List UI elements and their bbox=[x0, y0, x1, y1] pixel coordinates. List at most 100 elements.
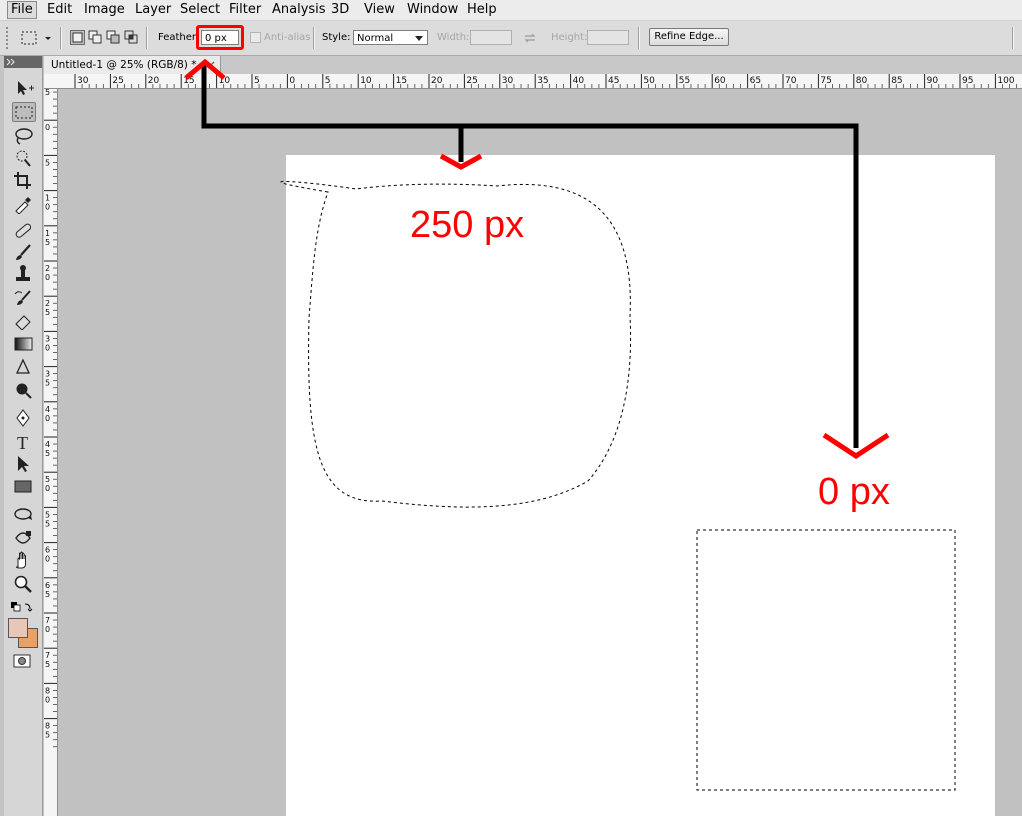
ruler-v-tick-label: 2 bbox=[45, 299, 50, 308]
feather-label: Feather: bbox=[158, 32, 200, 43]
close-icon[interactable] bbox=[207, 61, 215, 69]
eraser-tool-button[interactable] bbox=[12, 310, 36, 331]
type-tool-button[interactable]: T bbox=[12, 432, 36, 453]
3d-orbit-tool-button[interactable] bbox=[12, 528, 36, 548]
quick-mask-button[interactable] bbox=[13, 654, 31, 668]
pen-tool-icon bbox=[16, 409, 30, 427]
ruler-h-tick-label: 30 bbox=[502, 76, 514, 86]
ruler-origin[interactable] bbox=[44, 74, 58, 89]
ruler-h-tick-label: 70 bbox=[785, 76, 797, 86]
feather-highlight-box bbox=[196, 25, 244, 50]
rectangle-shape-tool-icon bbox=[14, 480, 32, 493]
menu-layer-label: Layer bbox=[135, 2, 172, 17]
move-tool-button[interactable] bbox=[12, 78, 36, 98]
dodge-tool-button[interactable] bbox=[12, 380, 36, 400]
feather-250px-annotation: 250 px bbox=[410, 204, 525, 246]
history-brush-tool-button[interactable] bbox=[12, 288, 36, 308]
menu-view[interactable]: View bbox=[361, 2, 398, 18]
menu-layer[interactable]: Layer bbox=[132, 2, 174, 18]
marquee-preset-icon bbox=[21, 31, 51, 45]
menu-help[interactable]: Help bbox=[464, 2, 500, 18]
tool-preset-picker[interactable] bbox=[18, 27, 54, 49]
rectangular-marquee-tool-button[interactable] bbox=[12, 102, 36, 122]
options-bar-grip[interactable] bbox=[6, 27, 14, 49]
quick-selection-tool-button[interactable] bbox=[12, 148, 36, 168]
zoom-tool-icon bbox=[14, 575, 32, 593]
document-tab[interactable]: Untitled-1 @ 25% (RGB/8) * bbox=[44, 56, 221, 74]
separator bbox=[313, 27, 315, 49]
ruler-v-tick-label: 5 bbox=[45, 519, 50, 528]
intersect-selection-icon bbox=[124, 30, 138, 44]
menu-filter-label: Filter bbox=[229, 2, 262, 17]
ruler-v-tick-label: 1 bbox=[45, 194, 50, 203]
pen-tool-button[interactable] bbox=[12, 408, 36, 428]
brush-tool-icon bbox=[16, 244, 31, 260]
ruler-h-tick-label: 25 bbox=[112, 76, 123, 86]
rectangle-shape-tool-button[interactable] bbox=[12, 476, 36, 496]
brush-tool-button[interactable] bbox=[12, 242, 36, 262]
rectangular-marquee-tool-icon bbox=[15, 106, 33, 119]
add-to-selection-button[interactable] bbox=[88, 30, 103, 45]
vertical-ruler[interactable]: 50510152025303540455055606570758085 bbox=[44, 89, 58, 816]
blur-tool-button[interactable] bbox=[12, 358, 36, 378]
ruler-h-tick-label: 60 bbox=[714, 76, 726, 86]
height-input[interactable] bbox=[587, 30, 629, 45]
width-input[interactable] bbox=[470, 30, 512, 45]
ruler-h-tick-label: 40 bbox=[573, 76, 585, 86]
ruler-v-tick-label: 6 bbox=[45, 581, 50, 590]
separator bbox=[146, 27, 148, 49]
ruler-v-tick-label: 5 bbox=[45, 89, 50, 97]
crop-tool-icon bbox=[14, 172, 31, 189]
menu-image-label: Image bbox=[84, 2, 125, 17]
menu-analysis-label: Analysis bbox=[272, 2, 326, 17]
ruler-v-tick-label: 5 bbox=[45, 590, 50, 599]
eyedropper-tool-button[interactable] bbox=[12, 194, 36, 215]
new-selection-button[interactable] bbox=[70, 30, 85, 45]
antialias-checkbox[interactable] bbox=[250, 32, 261, 43]
intersect-selection-button[interactable] bbox=[124, 30, 139, 45]
canvas-area[interactable] bbox=[58, 89, 1022, 816]
default-colors-icon[interactable] bbox=[10, 601, 34, 615]
swap-dimensions-button[interactable] bbox=[523, 31, 537, 45]
healing-brush-tool-icon bbox=[15, 223, 32, 238]
ruler-h-tick-label: 35 bbox=[537, 76, 548, 86]
separator bbox=[60, 27, 62, 49]
foreground-color-swatch[interactable] bbox=[8, 618, 28, 638]
hand-tool-button[interactable] bbox=[12, 550, 36, 570]
path-selection-tool-button[interactable] bbox=[12, 454, 36, 474]
ruler-h-tick-label: 45 bbox=[608, 76, 619, 86]
menu-3d[interactable]: 3D bbox=[328, 2, 352, 18]
gradient-tool-button[interactable] bbox=[12, 334, 36, 354]
history-brush-tool-icon bbox=[14, 290, 31, 305]
menu-file[interactable]: File bbox=[7, 1, 37, 19]
subtract-from-selection-button[interactable] bbox=[106, 30, 121, 45]
ruler-v-tick-label: 3 bbox=[45, 370, 50, 379]
ruler-h-tick-label: 65 bbox=[750, 76, 761, 86]
ruler-v-tick-label: 5 bbox=[45, 238, 50, 247]
zoom-tool-button[interactable] bbox=[12, 574, 36, 594]
menu-analysis[interactable]: Analysis bbox=[269, 2, 329, 18]
menu-select[interactable]: Select bbox=[177, 2, 223, 18]
lasso-tool-button[interactable] bbox=[12, 126, 36, 146]
style-select[interactable]: Normal bbox=[353, 30, 428, 45]
menu-edit[interactable]: Edit bbox=[44, 2, 75, 18]
menu-filter[interactable]: Filter bbox=[226, 2, 264, 18]
move-tool-icon bbox=[18, 81, 34, 95]
tools-panel-header[interactable] bbox=[4, 56, 42, 68]
ruler-v-tick-label: 0 bbox=[45, 555, 50, 564]
menu-help-label: Help bbox=[467, 2, 497, 17]
menu-image[interactable]: Image bbox=[81, 2, 128, 18]
3d-rotate-tool-button[interactable] bbox=[12, 504, 36, 524]
crop-tool-button[interactable] bbox=[12, 170, 36, 190]
ruler-h-tick-label: 15 bbox=[396, 76, 407, 86]
healing-brush-tool-button[interactable] bbox=[12, 220, 36, 240]
ruler-h-tick-label: 15 bbox=[183, 76, 194, 86]
menu-bar: File Edit Image Layer Select Filter Anal… bbox=[0, 0, 1022, 21]
refine-edge-button[interactable]: Refine Edge... bbox=[649, 28, 729, 46]
ruler-v-tick-label: 0 bbox=[45, 343, 50, 352]
horizontal-ruler[interactable]: 30 25 20 15 10 5 0 5 10 15 20 25 30 35 40 45 50 55 60 65 70 7… bbox=[57, 74, 1022, 89]
clone-stamp-tool-button[interactable] bbox=[12, 264, 36, 284]
quick-selection-tool-icon bbox=[16, 150, 31, 167]
menu-window[interactable]: Window bbox=[404, 2, 461, 18]
document-tab-bar: Untitled-1 @ 25% (RGB/8) * bbox=[44, 56, 1022, 74]
